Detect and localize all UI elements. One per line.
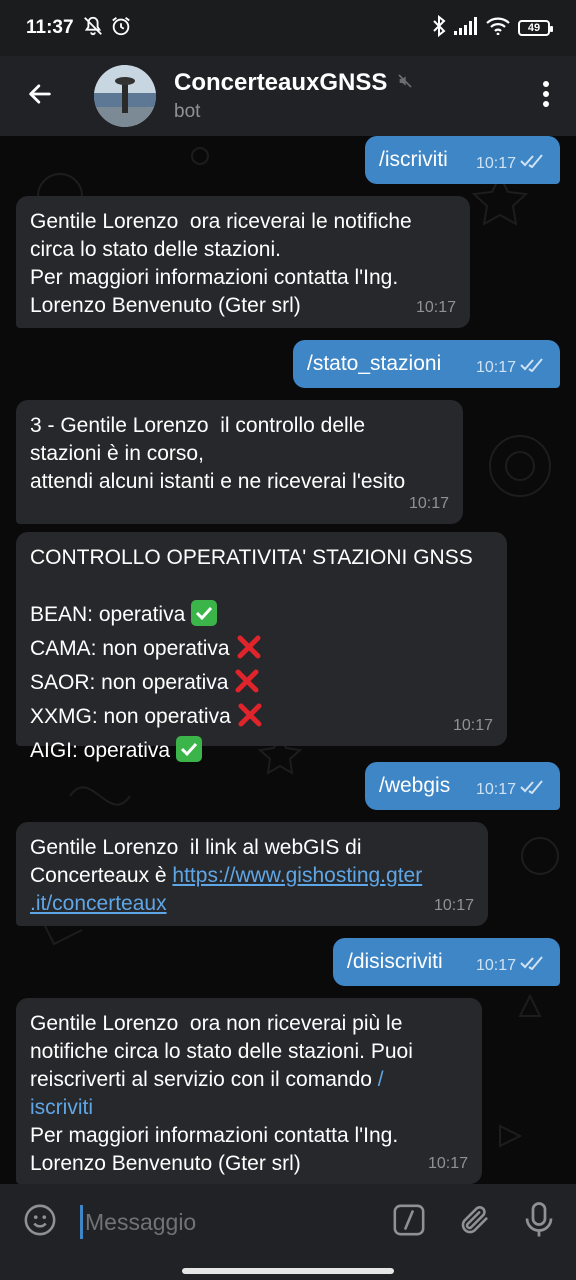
message-outgoing[interactable]: /webgis 10:17	[365, 762, 560, 810]
message-time: 10:17	[475, 359, 516, 376]
red-cross-icon	[234, 668, 260, 702]
message-time: 10:17	[475, 781, 516, 798]
double-check-icon	[520, 150, 546, 178]
muted-speaker-icon	[397, 73, 413, 94]
message-time: 10:17	[452, 717, 493, 734]
double-check-icon	[520, 776, 546, 804]
message-time: 10:17	[408, 495, 449, 512]
chat-subtitle: bot	[174, 101, 201, 122]
station-status-text: CAMA: non operativa	[30, 637, 230, 660]
home-indicator[interactable]	[182, 1268, 394, 1274]
chat-header: ConcerteauxGNSS bot	[0, 56, 576, 136]
emoji-button[interactable]	[0, 1203, 80, 1242]
message-incoming[interactable]: Gentile Lorenzo ora non riceverai più le…	[16, 998, 482, 1184]
message-text: /disiscriviti	[347, 950, 443, 973]
message-text: /iscriviti	[379, 148, 448, 171]
message-time: 10:17	[475, 155, 516, 172]
bot-command-link[interactable]: /	[378, 1068, 384, 1091]
more-vertical-icon	[542, 80, 550, 112]
battery-icon: 49	[518, 20, 553, 36]
slash-command-icon[interactable]	[392, 1203, 426, 1242]
alarm-icon	[110, 15, 132, 42]
message-outgoing[interactable]: /iscriviti 10:17	[365, 136, 560, 184]
station-status-text: AIGI: operativa	[30, 739, 171, 762]
message-time: 10:17	[433, 897, 474, 914]
message-incoming[interactable]: Gentile Lorenzo il link al webGIS di Con…	[16, 822, 488, 926]
text-cursor	[80, 1205, 83, 1239]
message-text: /stato_stazioni	[307, 352, 442, 375]
message-text: /webgis	[379, 774, 451, 797]
station-row: CAMA: non operativa	[30, 634, 493, 668]
station-row: SAOR: non operativa	[30, 668, 493, 702]
chat-area[interactable]: /iscriviti 10:17 Gentile Lorenzo ora ric…	[0, 136, 576, 1184]
message-incoming[interactable]: 3 - Gentile Lorenzo il controllo delle s…	[16, 400, 463, 524]
microphone-icon[interactable]	[524, 1201, 554, 1243]
chat-title[interactable]: ConcerteauxGNSS	[174, 69, 387, 97]
message-time: 10:17	[475, 957, 516, 974]
message-composer	[0, 1184, 576, 1260]
webgis-link-cont[interactable]: .it/concerteaux	[30, 892, 167, 915]
bot-command-link-cont[interactable]: iscriviti	[30, 1096, 93, 1119]
station-status-text: XXMG: non operativa	[30, 705, 231, 728]
message-time: 10:17	[427, 1155, 468, 1172]
message-text: Gentile Lorenzo ora non riceverai più le…	[30, 1012, 413, 1091]
avatar[interactable]	[94, 65, 156, 127]
red-cross-icon	[236, 634, 262, 668]
more-options-button[interactable]	[516, 56, 576, 136]
message-input[interactable]	[85, 1208, 365, 1236]
station-row: BEAN: operativa	[30, 600, 493, 634]
status-report-title: CONTROLLO OPERATIVITA' STAZIONI GNSS	[30, 546, 473, 569]
paperclip-icon[interactable]	[458, 1203, 492, 1242]
bluetooth-icon	[432, 14, 446, 42]
green-check-icon	[176, 736, 203, 770]
status-time: 11:37	[26, 17, 74, 38]
back-button[interactable]	[0, 56, 80, 136]
station-status-text: SAOR: non operativa	[30, 671, 229, 694]
mute-notifications-icon	[82, 15, 104, 42]
signal-icon	[454, 16, 478, 40]
message-incoming[interactable]: Gentile Lorenzo ora riceverai le notific…	[16, 196, 470, 328]
message-time: 10:17	[415, 299, 456, 316]
status-bar: 11:37 49	[0, 0, 576, 56]
message-outgoing[interactable]: /stato_stazioni 10:17	[293, 340, 560, 388]
message-text-after: Per maggiori informazioni contatta l'Ing…	[30, 1124, 399, 1175]
message-incoming-station-status[interactable]: CONTROLLO OPERATIVITA' STAZIONI GNSS BEA…	[16, 532, 507, 762]
message-outgoing[interactable]: /disiscriviti 10:17	[333, 938, 560, 986]
station-row: XXMG: non operativa	[30, 702, 493, 736]
message-text: Gentile Lorenzo ora riceverai le notific…	[30, 210, 412, 317]
emoji-smile-icon	[23, 1203, 57, 1242]
double-check-icon	[520, 952, 546, 980]
station-status-text: BEAN: operativa	[30, 603, 186, 626]
green-check-icon	[191, 600, 218, 634]
red-cross-icon	[237, 702, 263, 736]
webgis-link[interactable]: https://www.gishosting.gter	[172, 864, 422, 887]
message-text: 3 - Gentile Lorenzo il controllo delle s…	[30, 414, 406, 493]
double-check-icon	[520, 354, 546, 382]
wifi-icon	[486, 17, 510, 40]
arrow-left-icon	[26, 80, 54, 113]
